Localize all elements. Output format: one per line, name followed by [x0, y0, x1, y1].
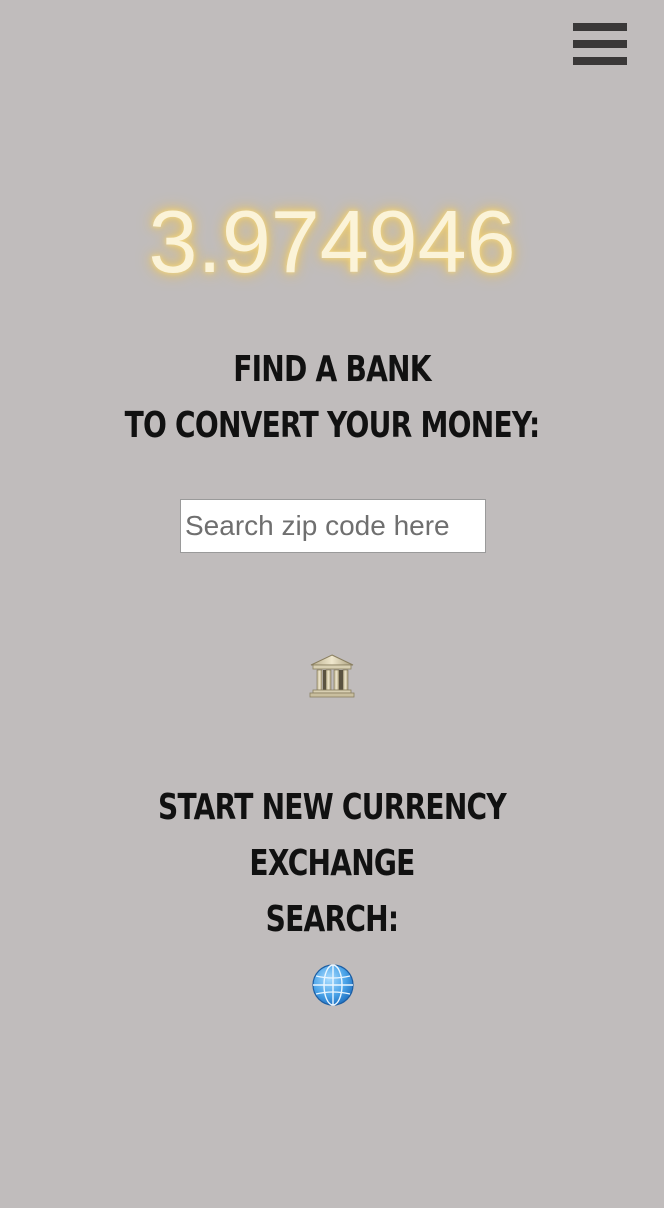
bank-building-icon [309, 654, 355, 698]
globe-icon [312, 964, 354, 1006]
hamburger-menu-icon [573, 23, 627, 31]
menu-button[interactable] [573, 22, 627, 66]
hamburger-menu-bar [573, 40, 627, 48]
new-search-heading-line1: START NEW CURRENCY EXCHANGE [158, 787, 507, 884]
hamburger-menu-bar [573, 57, 627, 65]
new-exchange-search-button[interactable] [309, 961, 357, 1009]
find-bank-heading-line2: TO CONVERT YOUR MONEY: [124, 405, 541, 446]
find-bank-heading-line1: FIND A BANK [233, 349, 431, 390]
new-search-heading-line2: SEARCH: [265, 899, 399, 940]
exchange-rate-value: 3.974946 [148, 192, 516, 291]
find-bank-heading: FIND A BANK TO CONVERT YOUR MONEY: [73, 342, 591, 454]
zip-code-search-input[interactable] [180, 499, 486, 553]
find-bank-button[interactable] [307, 652, 357, 702]
new-exchange-search-heading: START NEW CURRENCY EXCHANGE SEARCH: [73, 780, 591, 948]
